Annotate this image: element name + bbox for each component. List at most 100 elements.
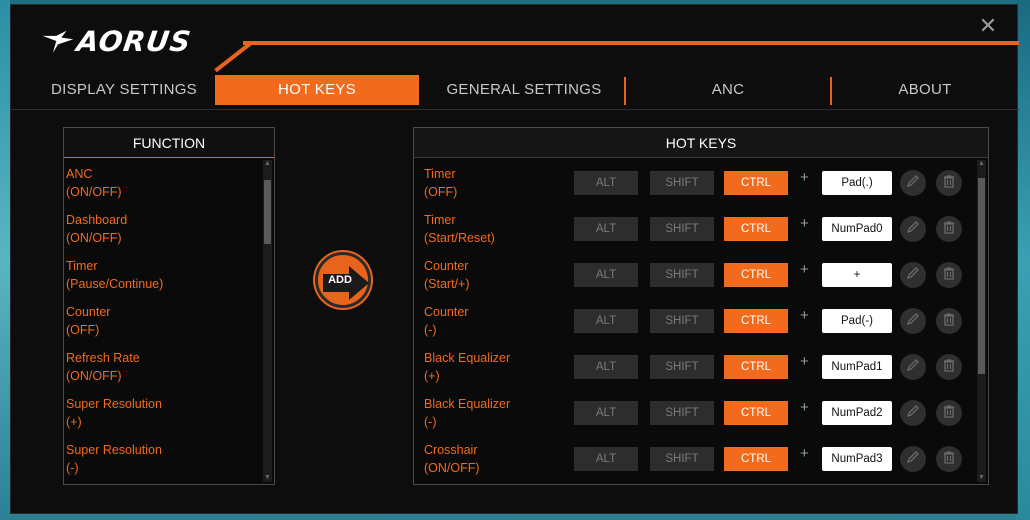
hotkey-function-subtitle: (-) bbox=[424, 415, 437, 429]
delete-button[interactable] bbox=[936, 262, 962, 288]
ctrl-modifier-button[interactable]: CTRL bbox=[724, 401, 788, 425]
scroll-down-icon[interactable]: ▼ bbox=[263, 474, 272, 482]
hotkey-function-name: Counter (Start/+) bbox=[424, 257, 574, 293]
function-item-timer[interactable]: Timer (Pause/Continue) bbox=[64, 251, 262, 297]
hotkey-function-name: Timer (Start/Reset) bbox=[424, 211, 574, 247]
function-item-title: Refresh Rate bbox=[66, 351, 140, 365]
function-item-subtitle: (ON/OFF) bbox=[66, 231, 122, 245]
scroll-up-icon[interactable]: ▲ bbox=[977, 160, 986, 168]
aorus-eagle-icon bbox=[42, 30, 74, 53]
scroll-down-icon[interactable]: ▼ bbox=[977, 474, 986, 482]
shift-modifier-button[interactable]: SHIFT bbox=[650, 401, 714, 425]
ctrl-modifier-button[interactable]: CTRL bbox=[724, 355, 788, 379]
hotkey-row: Crosshair (ON/OFF) ALT SHIFT CTRL + NumPad3 bbox=[414, 435, 974, 481]
tab-display-settings[interactable]: DISPLAY SETTINGS bbox=[33, 75, 215, 105]
hotkey-function-name: Timer (OFF) bbox=[424, 165, 574, 201]
function-item-super-resolution-plus[interactable]: Super Resolution (+) bbox=[64, 389, 262, 435]
scroll-up-icon[interactable]: ▲ bbox=[263, 160, 272, 168]
tab-anc[interactable]: ANC bbox=[626, 75, 830, 105]
function-scrollbar[interactable]: ▲ ▼ bbox=[263, 160, 272, 482]
scroll-thumb[interactable] bbox=[978, 178, 985, 374]
ctrl-modifier-button[interactable]: CTRL bbox=[724, 217, 788, 241]
hotkey-row: Timer (OFF) ALT SHIFT CTRL + Pad(.) bbox=[414, 159, 974, 205]
add-button[interactable]: ADD bbox=[315, 252, 371, 308]
ctrl-modifier-button[interactable]: CTRL bbox=[724, 171, 788, 195]
hotkey-key-field[interactable]: Pad(-) bbox=[822, 309, 892, 333]
hotkey-function-title: Counter bbox=[424, 259, 469, 273]
hotkeys-scrollbar[interactable]: ▲ ▼ bbox=[977, 160, 986, 482]
trash-icon bbox=[942, 358, 956, 377]
plus-sign: + bbox=[800, 399, 809, 416]
delete-button[interactable] bbox=[936, 170, 962, 196]
function-item-dashboard[interactable]: Dashboard (ON/OFF) bbox=[64, 205, 262, 251]
trash-icon bbox=[942, 404, 956, 423]
add-button-label: ADD bbox=[328, 274, 352, 286]
ctrl-modifier-button[interactable]: CTRL bbox=[724, 263, 788, 287]
edit-button[interactable] bbox=[900, 446, 926, 472]
function-item-subtitle: (ON/OFF) bbox=[66, 185, 122, 199]
alt-modifier-button[interactable]: ALT bbox=[574, 309, 638, 333]
function-item-super-resolution-minus[interactable]: Super Resolution (-) bbox=[64, 435, 262, 481]
pencil-icon bbox=[906, 312, 920, 331]
hotkey-key-field[interactable]: NumPad2 bbox=[822, 401, 892, 425]
hotkey-function-title: Counter bbox=[424, 305, 469, 319]
alt-modifier-button[interactable]: ALT bbox=[574, 355, 638, 379]
delete-button[interactable] bbox=[936, 216, 962, 242]
accent-line-diagonal bbox=[214, 41, 253, 73]
hotkey-row: Counter (-) ALT SHIFT CTRL + Pad(-) bbox=[414, 297, 974, 343]
plus-sign: + bbox=[800, 261, 809, 278]
alt-modifier-button[interactable]: ALT bbox=[574, 171, 638, 195]
delete-button[interactable] bbox=[936, 400, 962, 426]
function-item-counter[interactable]: Counter (OFF) bbox=[64, 297, 262, 343]
tab-general-settings[interactable]: GENERAL SETTINGS bbox=[419, 75, 629, 105]
delete-button[interactable] bbox=[936, 354, 962, 380]
edit-button[interactable] bbox=[900, 262, 926, 288]
ctrl-modifier-button[interactable]: CTRL bbox=[724, 447, 788, 471]
function-panel-header: FUNCTION bbox=[64, 128, 274, 158]
shift-modifier-button[interactable]: SHIFT bbox=[650, 447, 714, 471]
alt-modifier-button[interactable]: ALT bbox=[574, 401, 638, 425]
delete-button[interactable] bbox=[936, 308, 962, 334]
function-item-refresh-rate[interactable]: Refresh Rate (ON/OFF) bbox=[64, 343, 262, 389]
hotkey-key-field[interactable]: Pad(.) bbox=[822, 171, 892, 195]
hotkeys-panel-header: HOT KEYS bbox=[414, 128, 988, 158]
shift-modifier-button[interactable]: SHIFT bbox=[650, 263, 714, 287]
edit-button[interactable] bbox=[900, 400, 926, 426]
edit-button[interactable] bbox=[900, 216, 926, 242]
edit-button[interactable] bbox=[900, 308, 926, 334]
shift-modifier-button[interactable]: SHIFT bbox=[650, 171, 714, 195]
hotkey-key-field[interactable]: NumPad1 bbox=[822, 355, 892, 379]
hotkey-function-subtitle: (+) bbox=[424, 369, 440, 383]
tab-bar: DISPLAY SETTINGS HOT KEYS GENERAL SETTIN… bbox=[11, 75, 1019, 107]
hotkey-key-field[interactable]: NumPad0 bbox=[822, 217, 892, 241]
hotkey-function-title: Black Equalizer bbox=[424, 351, 511, 365]
plus-sign: + bbox=[800, 215, 809, 232]
hotkey-function-name: Crosshair (ON/OFF) bbox=[424, 441, 574, 477]
hotkey-key-field[interactable]: + bbox=[822, 263, 892, 287]
close-button[interactable]: ✕ bbox=[977, 15, 999, 37]
edit-button[interactable] bbox=[900, 354, 926, 380]
ctrl-modifier-button[interactable]: CTRL bbox=[724, 309, 788, 333]
shift-modifier-button[interactable]: SHIFT bbox=[650, 217, 714, 241]
alt-modifier-button[interactable]: ALT bbox=[574, 217, 638, 241]
hotkey-function-subtitle: (OFF) bbox=[424, 185, 458, 199]
alt-modifier-button[interactable]: ALT bbox=[574, 263, 638, 287]
tab-hot-keys[interactable]: HOT KEYS bbox=[215, 75, 419, 105]
shift-modifier-button[interactable]: SHIFT bbox=[650, 309, 714, 333]
hotkey-row: Black Equalizer (-) ALT SHIFT CTRL + NumPad2 bbox=[414, 389, 974, 435]
pencil-icon bbox=[906, 404, 920, 423]
hotkey-key-field[interactable]: NumPad3 bbox=[822, 447, 892, 471]
function-item-anc[interactable]: ANC (ON/OFF) bbox=[64, 159, 262, 205]
tab-about[interactable]: ABOUT bbox=[832, 75, 1018, 105]
scroll-thumb[interactable] bbox=[264, 180, 271, 244]
hotkey-function-name: Black Equalizer (+) bbox=[424, 349, 574, 385]
shift-modifier-button[interactable]: SHIFT bbox=[650, 355, 714, 379]
edit-button[interactable] bbox=[900, 170, 926, 196]
delete-button[interactable] bbox=[936, 446, 962, 472]
alt-modifier-button[interactable]: ALT bbox=[574, 447, 638, 471]
function-item-title: Counter bbox=[66, 305, 111, 319]
pencil-icon bbox=[906, 450, 920, 469]
trash-icon bbox=[942, 266, 956, 285]
function-item-subtitle: (Pause/Continue) bbox=[66, 277, 164, 291]
function-item-title: Super Resolution bbox=[66, 443, 162, 457]
